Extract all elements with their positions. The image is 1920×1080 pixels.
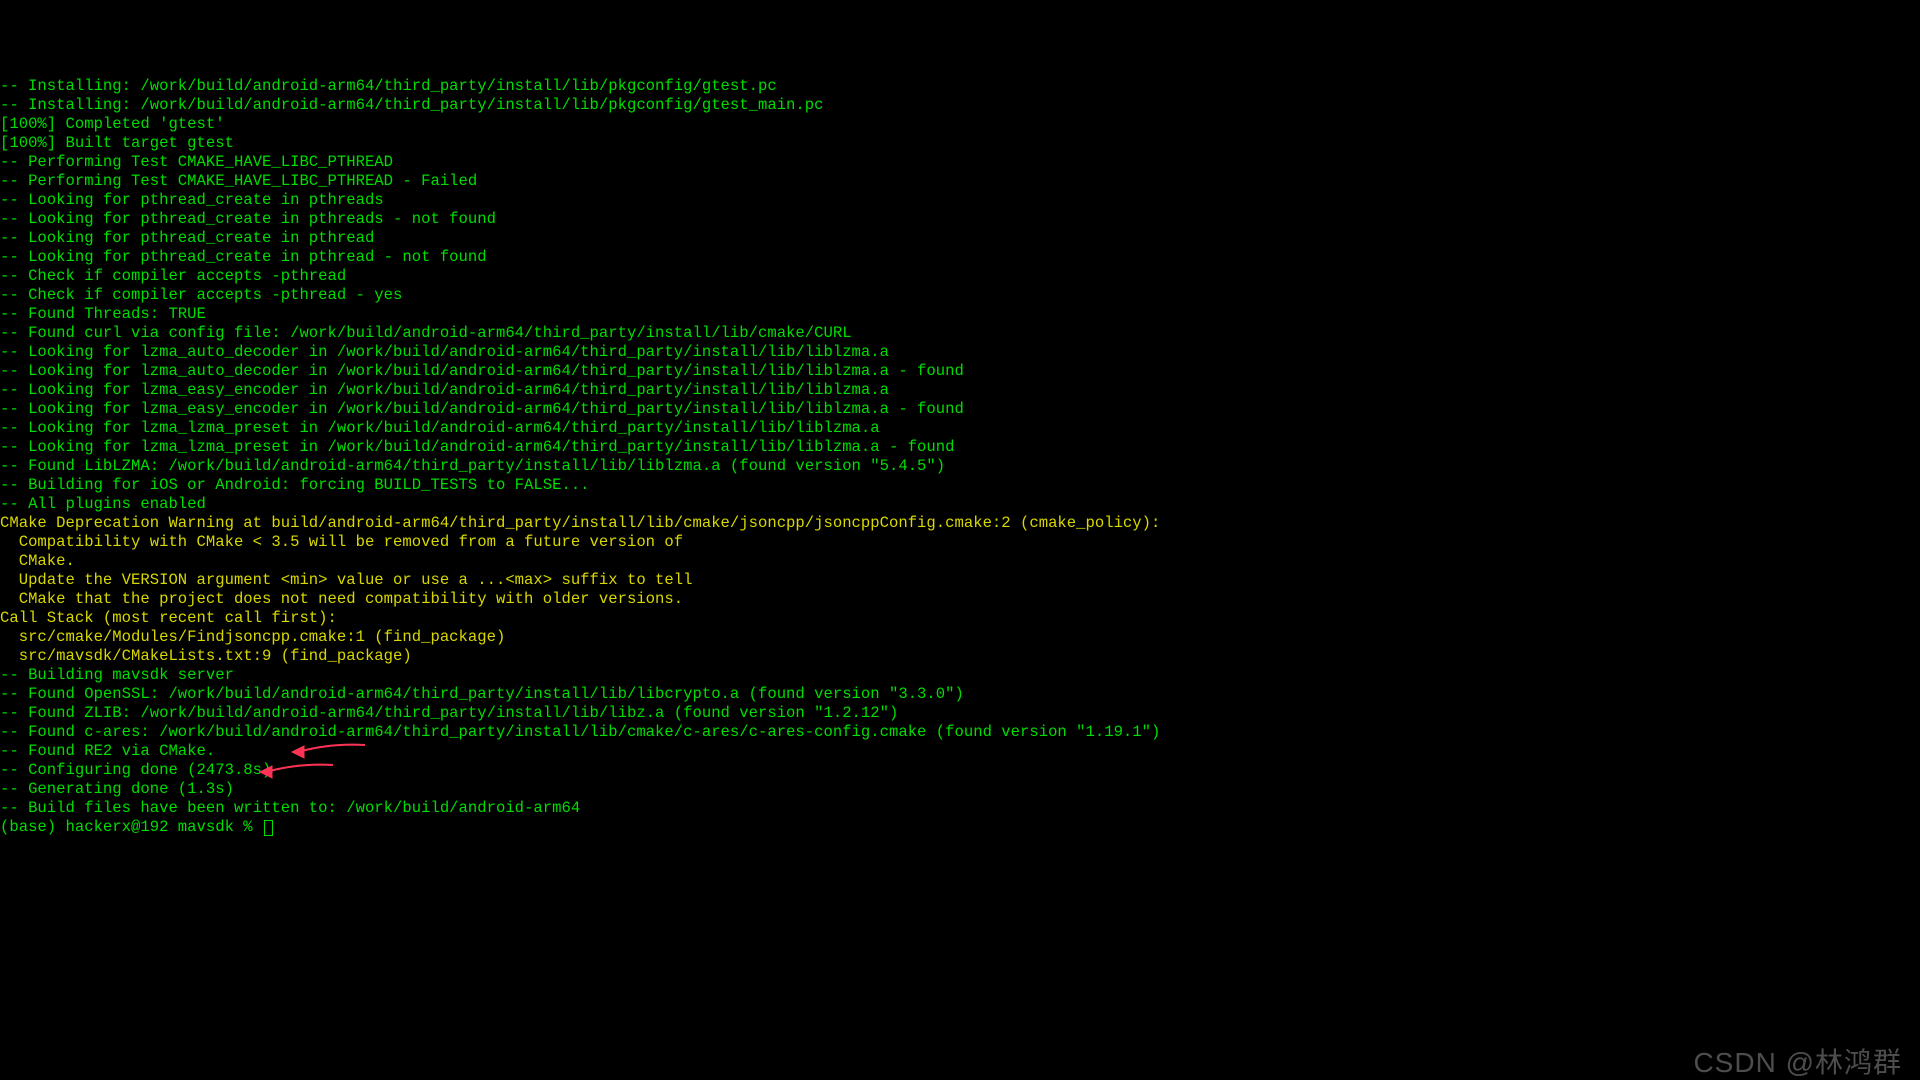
output-line: -- Looking for lzma_auto_decoder in /wor… [0, 362, 1920, 381]
warning-line: CMake Deprecation Warning at build/andro… [0, 514, 1920, 533]
warning-line: Compatibility with CMake < 3.5 will be r… [0, 533, 1920, 552]
annotation-arrow-2 [258, 760, 338, 782]
output-line: -- Looking for pthread_create in pthread… [0, 248, 1920, 267]
output-line: -- Installing: /work/build/android-arm64… [0, 96, 1920, 115]
output-line: -- Check if compiler accepts -pthread - … [0, 286, 1920, 305]
output-line: -- Installing: /work/build/android-arm64… [0, 77, 1920, 96]
output-line: -- Found c-ares: /work/build/android-arm… [0, 723, 1920, 742]
annotation-arrow-1 [290, 740, 370, 762]
output-line: -- Found ZLIB: /work/build/android-arm64… [0, 704, 1920, 723]
output-line: [100%] Completed 'gtest' [0, 115, 1920, 134]
output-line: -- Found LibLZMA: /work/build/android-ar… [0, 457, 1920, 476]
warning-line: src/mavsdk/CMakeLists.txt:9 (find_packag… [0, 647, 1920, 666]
output-line: -- Found Threads: TRUE [0, 305, 1920, 324]
output-line: -- Building for iOS or Android: forcing … [0, 476, 1920, 495]
output-line: -- Looking for lzma_auto_decoder in /wor… [0, 343, 1920, 362]
shell-prompt[interactable]: (base) hackerx@192 mavsdk % [0, 818, 1920, 837]
warning-line: Call Stack (most recent call first): [0, 609, 1920, 628]
output-line: -- All plugins enabled [0, 495, 1920, 514]
output-line: -- Building mavsdk server [0, 666, 1920, 685]
watermark: CSDN @林鸿群 [1693, 1053, 1902, 1072]
output-line: -- Found RE2 via CMake. [0, 742, 1920, 761]
warning-line: CMake that the project does not need com… [0, 590, 1920, 609]
output-line: -- Build files have been written to: /wo… [0, 799, 1920, 818]
output-line: -- Looking for pthread_create in pthread… [0, 210, 1920, 229]
output-line: [100%] Built target gtest [0, 134, 1920, 153]
warning-line: Update the VERSION argument <min> value … [0, 571, 1920, 590]
output-line: -- Generating done (1.3s) [0, 780, 1920, 799]
output-line: -- Looking for pthread_create in pthread [0, 229, 1920, 248]
terminal-output[interactable]: -- Installing: /work/build/android-arm64… [0, 77, 1920, 837]
output-line: -- Looking for pthread_create in pthread… [0, 191, 1920, 210]
warning-line: CMake. [0, 552, 1920, 571]
output-line: -- Performing Test CMAKE_HAVE_LIBC_PTHRE… [0, 172, 1920, 191]
output-line: -- Check if compiler accepts -pthread [0, 267, 1920, 286]
output-line: -- Looking for lzma_easy_encoder in /wor… [0, 400, 1920, 419]
output-line: -- Found OpenSSL: /work/build/android-ar… [0, 685, 1920, 704]
output-line: -- Looking for lzma_easy_encoder in /wor… [0, 381, 1920, 400]
warning-line: src/cmake/Modules/Findjsoncpp.cmake:1 (f… [0, 628, 1920, 647]
output-line: -- Looking for lzma_lzma_preset in /work… [0, 438, 1920, 457]
output-line: -- Looking for lzma_lzma_preset in /work… [0, 419, 1920, 438]
output-line: -- Performing Test CMAKE_HAVE_LIBC_PTHRE… [0, 153, 1920, 172]
output-line: -- Found curl via config file: /work/bui… [0, 324, 1920, 343]
cursor-icon [264, 820, 273, 836]
